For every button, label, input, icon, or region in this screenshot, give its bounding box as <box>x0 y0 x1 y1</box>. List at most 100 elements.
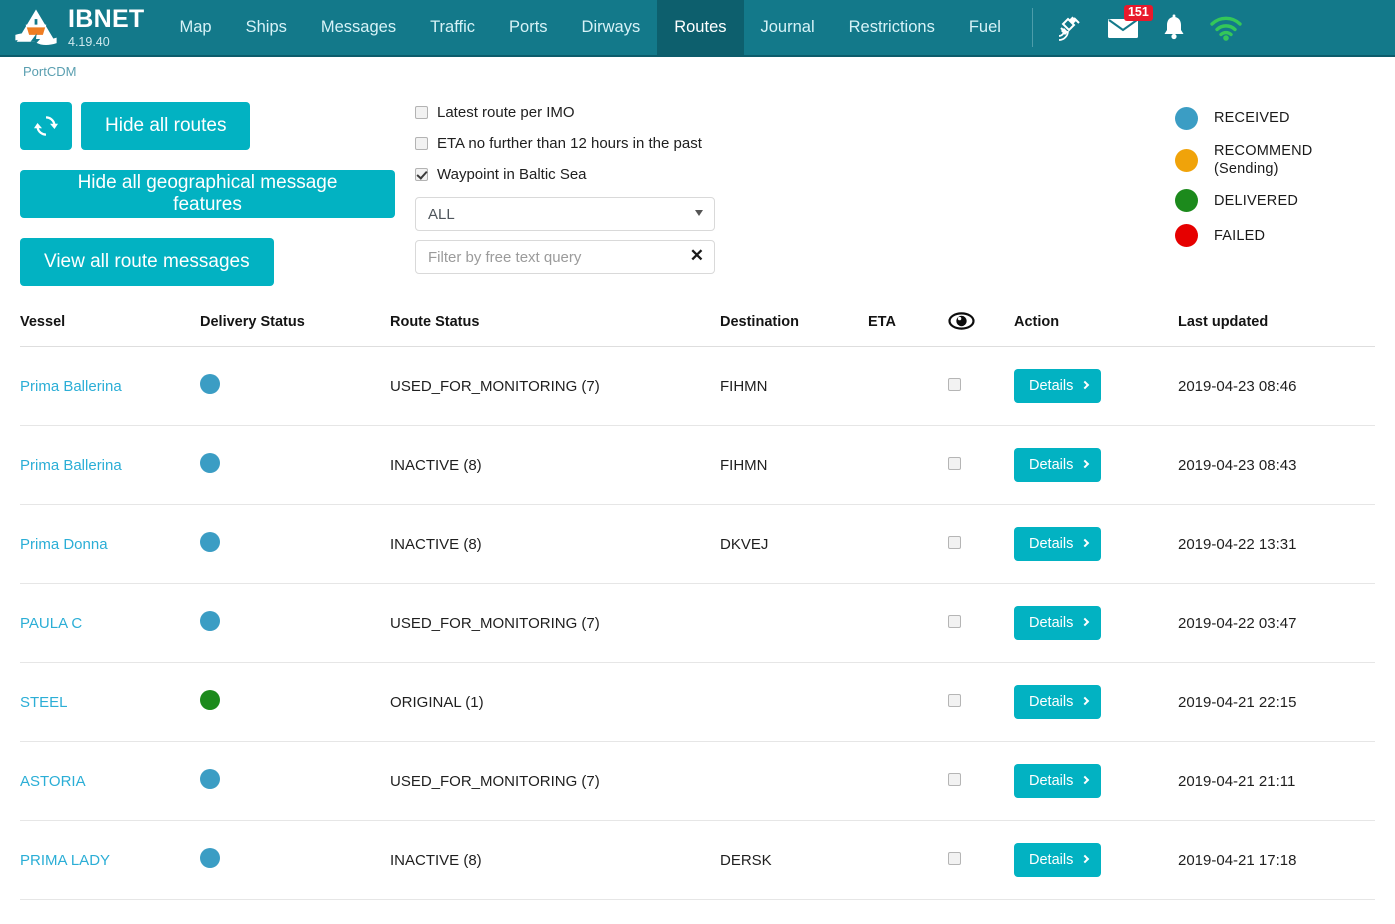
checkbox-latest-route-per-imo[interactable] <box>415 106 428 119</box>
cell-visibility <box>948 425 1014 505</box>
envelope-icon[interactable]: 151 <box>1107 4 1153 40</box>
status-filter-select[interactable]: ALL <box>415 197 715 231</box>
details-button-label: Details <box>1029 615 1074 631</box>
nav-item-dirways[interactable]: Dirways <box>565 0 658 55</box>
details-button[interactable]: Details <box>1014 448 1102 482</box>
row-visibility-checkbox[interactable] <box>948 851 961 865</box>
cell-delivery-status <box>200 662 390 742</box>
filter-waypoint-in-baltic-sea[interactable]: Waypoint in Baltic Sea <box>415 166 725 183</box>
table-row: Prima Donna INACTIVE (8) DKVEJ Details 2019-… <box>20 504 1375 584</box>
brand-logo-area[interactable]: IBNET 4.19.40 <box>0 0 163 55</box>
details-button[interactable]: Details <box>1014 606 1102 640</box>
column-header-delivery-status[interactable]: Delivery Status <box>200 312 390 347</box>
clear-filter-icon[interactable]: ✕ <box>690 246 704 266</box>
column-header-route-status[interactable]: Route Status <box>390 312 720 347</box>
filter-eta-no-further-than-12-hours[interactable]: ETA no further than 12 hours in the past <box>415 135 725 152</box>
cell-eta <box>868 741 948 821</box>
cell-action: Details <box>1014 820 1178 900</box>
refresh-icon <box>34 116 58 136</box>
hide-all-routes-button[interactable]: Hide all routes <box>81 102 251 150</box>
details-button[interactable]: Details <box>1014 764 1102 798</box>
row-visibility-checkbox[interactable] <box>948 614 961 628</box>
vessel-link[interactable]: Prima Ballerina <box>20 457 122 474</box>
nav-item-traffic[interactable]: Traffic <box>413 0 492 55</box>
chevron-right-icon <box>1081 538 1090 548</box>
details-button[interactable]: Details <box>1014 843 1102 877</box>
cell-destination: DERSK <box>720 820 868 900</box>
cell-route-status: INACTIVE (8) <box>390 504 720 584</box>
cell-action: Details <box>1014 504 1178 584</box>
envelope-badge-count: 151 <box>1123 4 1153 21</box>
cell-last-updated: 2019-04-23 08:46 <box>1178 346 1375 426</box>
row-visibility-checkbox[interactable] <box>948 535 961 549</box>
cell-destination <box>720 662 868 742</box>
delivery-status-dot <box>200 848 220 868</box>
filter-latest-route-per-imo[interactable]: Latest route per IMO <box>415 104 725 121</box>
nav-item-map[interactable]: Map <box>163 0 229 55</box>
vessel-link[interactable]: PRIMA LADY <box>20 852 110 869</box>
nav-item-messages[interactable]: Messages <box>304 0 413 55</box>
details-button-label: Details <box>1029 457 1074 473</box>
row-visibility-checkbox[interactable] <box>948 377 961 391</box>
column-header-eta[interactable]: ETA <box>868 312 948 347</box>
delivery-status-dot <box>200 769 220 789</box>
cell-action: Details <box>1014 662 1178 742</box>
hide-all-geographical-message-features-button[interactable]: Hide all geographical message features <box>20 170 395 218</box>
details-button[interactable]: Details <box>1014 685 1102 719</box>
vessel-link[interactable]: STEEL <box>20 694 68 711</box>
checkbox-eta-12-hours[interactable] <box>415 137 428 150</box>
refresh-button[interactable] <box>20 102 72 150</box>
nav-item-ships[interactable]: Ships <box>229 0 304 55</box>
cell-delivery-status <box>200 346 390 426</box>
column-header-vessel[interactable]: Vessel <box>20 312 200 347</box>
nav-links: Map Ships Messages Traffic Ports Dirways… <box>163 0 1018 55</box>
free-text-filter-input[interactable] <box>415 240 715 274</box>
wifi-icon[interactable] <box>1209 15 1243 41</box>
vessel-link[interactable]: Prima Ballerina <box>20 378 122 395</box>
vessel-link[interactable]: ASTORIA <box>20 773 86 790</box>
chevron-right-icon <box>1081 459 1090 469</box>
vessel-link[interactable]: Prima Donna <box>20 536 108 553</box>
nav-item-routes[interactable]: Routes <box>657 0 744 55</box>
top-navigation-bar: IBNET 4.19.40 Map Ships Messages Traffic… <box>0 0 1395 57</box>
cell-eta <box>868 504 948 584</box>
details-button[interactable]: Details <box>1014 369 1102 403</box>
vessel-link[interactable]: PAULA C <box>20 615 82 632</box>
delivery-status-dot <box>200 532 220 552</box>
details-button[interactable]: Details <box>1014 527 1102 561</box>
details-button-label: Details <box>1029 536 1074 552</box>
row-visibility-checkbox[interactable] <box>948 456 961 470</box>
cell-eta <box>868 662 948 742</box>
satellite-icon[interactable] <box>1055 14 1085 42</box>
row-visibility-checkbox[interactable] <box>948 772 961 786</box>
cell-route-status: ORIGINAL (1) <box>390 662 720 742</box>
cell-last-updated: 2019-04-23 08:43 <box>1178 425 1375 505</box>
ship-triangle-logo <box>15 8 57 47</box>
cell-delivery-status <box>200 820 390 900</box>
filter-label: Latest route per IMO <box>437 104 575 121</box>
column-header-destination[interactable]: Destination <box>720 312 868 347</box>
row-visibility-checkbox[interactable] <box>948 693 961 707</box>
cell-action: Details <box>1014 583 1178 663</box>
cell-visibility <box>948 346 1014 426</box>
nav-item-fuel[interactable]: Fuel <box>952 0 1018 55</box>
column-header-last-updated[interactable]: Last updated <box>1178 312 1375 347</box>
legend-label-delivered: DELIVERED <box>1214 192 1298 209</box>
cell-vessel: ASTORIA <box>20 741 200 821</box>
details-button-label: Details <box>1029 773 1074 789</box>
nav-item-ports[interactable]: Ports <box>492 0 565 55</box>
legend-dot-recommend <box>1175 148 1198 172</box>
legend-dot-delivered <box>1175 189 1198 213</box>
cell-visibility <box>948 820 1014 900</box>
cell-route-status: INACTIVE (8) <box>390 820 720 900</box>
column-header-visibility[interactable] <box>948 312 1014 347</box>
nav-item-journal[interactable]: Journal <box>744 0 832 55</box>
nav-item-restrictions[interactable]: Restrictions <box>832 0 952 55</box>
bell-icon[interactable] <box>1161 14 1187 42</box>
cell-route-status: USED_FOR_MONITORING (7) <box>390 583 720 663</box>
cell-vessel: PRIMA LADY <box>20 820 200 900</box>
view-all-route-messages-button[interactable]: View all route messages <box>20 238 274 286</box>
checkbox-waypoint-baltic-sea[interactable] <box>415 168 428 181</box>
cell-delivery-status <box>200 504 390 584</box>
cell-route-status: USED_FOR_MONITORING (7) <box>390 741 720 821</box>
